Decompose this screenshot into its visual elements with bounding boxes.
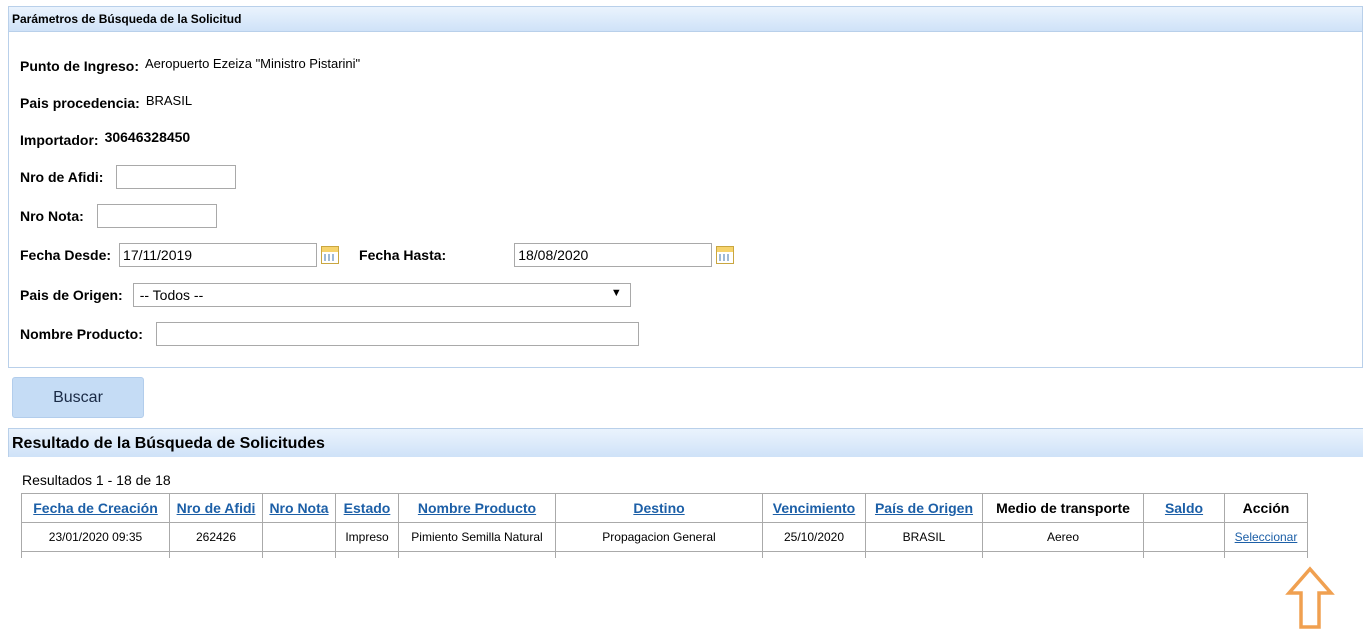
- column-header-pais[interactable]: País de Origen: [865, 493, 983, 523]
- seleccionar-link[interactable]: Seleccionar: [1224, 522, 1308, 552]
- cell-medio: Aereo: [982, 522, 1144, 552]
- cell-producto: Pimiento Semilla Natural: [398, 522, 556, 552]
- cell-afidi: 262426: [169, 522, 263, 552]
- column-header-saldo[interactable]: Saldo: [1143, 493, 1225, 523]
- cell-nota: [262, 522, 336, 552]
- column-header-destino[interactable]: Destino: [555, 493, 763, 523]
- cell-vencimiento: 25/10/2020: [762, 522, 866, 552]
- table-header-row: Fecha de Creación Nro de Afidi Nro Nota …: [21, 493, 1308, 523]
- table-row: 23/01/2020 09:35 262426 Impreso Pimiento…: [21, 522, 1308, 552]
- results-table: Fecha de Creación Nro de Afidi Nro Nota …: [21, 493, 1308, 558]
- table-row: [21, 551, 1308, 558]
- column-header-vencimiento[interactable]: Vencimiento: [762, 493, 866, 523]
- cell-destino: Propagacion General: [555, 522, 763, 552]
- column-header-fecha[interactable]: Fecha de Creación: [21, 493, 170, 523]
- cell-saldo: [1143, 522, 1225, 552]
- column-header-afidi[interactable]: Nro de Afidi: [169, 493, 263, 523]
- column-header-nota[interactable]: Nro Nota: [262, 493, 336, 523]
- cell-fecha: 23/01/2020 09:35: [21, 522, 170, 552]
- column-header-estado[interactable]: Estado: [335, 493, 399, 523]
- column-header-medio: Medio de transporte: [982, 493, 1144, 523]
- cell-pais: BRASIL: [865, 522, 983, 552]
- column-header-producto[interactable]: Nombre Producto: [398, 493, 556, 523]
- column-header-accion: Acción: [1224, 493, 1308, 523]
- up-arrow-icon: [1285, 566, 1335, 629]
- cell-estado: Impreso: [335, 522, 399, 552]
